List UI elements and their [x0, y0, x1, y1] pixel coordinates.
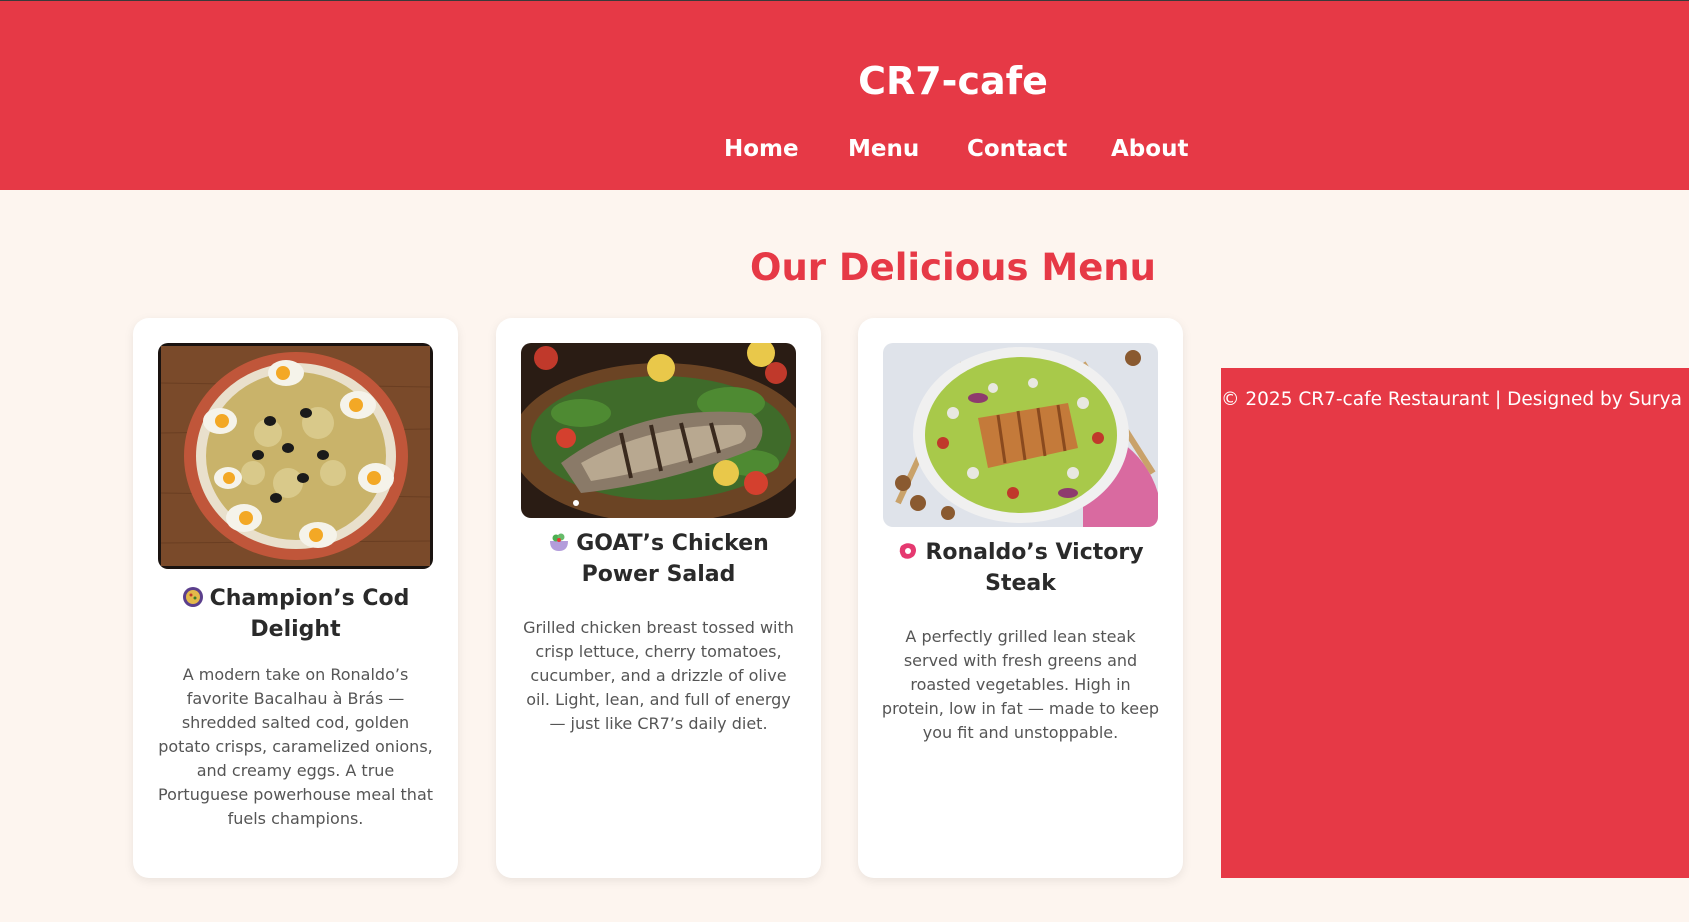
card-desc-cod: A modern take on Ronaldo’s favorite Baca… [157, 665, 434, 828]
nav-home-link[interactable]: Home [724, 136, 799, 162]
card-title-steak: Ronaldo’s Victory Steak [878, 537, 1163, 599]
site-header: CR7-cafe Home Menu Contact About [0, 1, 1689, 190]
card-title-steak-text: Ronaldo’s Victory Steak [925, 540, 1144, 596]
card-desc-salad: Grilled chicken breast tossed with crisp… [523, 618, 794, 733]
card-title-salad: GOAT’s Chicken Power Salad [516, 528, 801, 590]
card-title-cod: Champion’s Cod Delight [153, 583, 438, 645]
salad-bowl-icon [550, 533, 569, 551]
card-title-salad-text: GOAT’s Chicken Power Salad [576, 531, 769, 587]
nav-about-link[interactable]: About [1111, 136, 1188, 162]
menu-heading: Our Delicious Menu [750, 246, 1156, 289]
nav-menu-link[interactable]: Menu [848, 136, 919, 162]
cod-dish-image [158, 343, 433, 569]
paella-pan-icon [182, 587, 203, 607]
footer-copyright: © 2025 CR7-cafe Restaurant | Designed by… [1221, 389, 1689, 410]
menu-card-steak: Ronaldo’s Victory Steak A perfectly gril… [858, 318, 1183, 878]
card-desc-steak: A perfectly grilled lean steak served wi… [881, 627, 1160, 742]
main-nav: Home Menu Contact About [0, 136, 1689, 168]
site-footer: © 2025 CR7-cafe Restaurant | Designed by… [1221, 368, 1689, 878]
menu-card-salad: GOAT’s Chicken Power Salad Grilled chick… [496, 318, 821, 878]
site-title: CR7-cafe [858, 59, 1048, 103]
salad-dish-image [521, 343, 796, 518]
menu-card-cod: Champion’s Cod Delight A modern take on … [133, 318, 458, 878]
card-title-cod-text: Champion’s Cod Delight [209, 586, 410, 642]
nav-contact-link[interactable]: Contact [967, 136, 1067, 162]
steak-dish-image [883, 343, 1158, 527]
steak-icon [900, 543, 917, 559]
